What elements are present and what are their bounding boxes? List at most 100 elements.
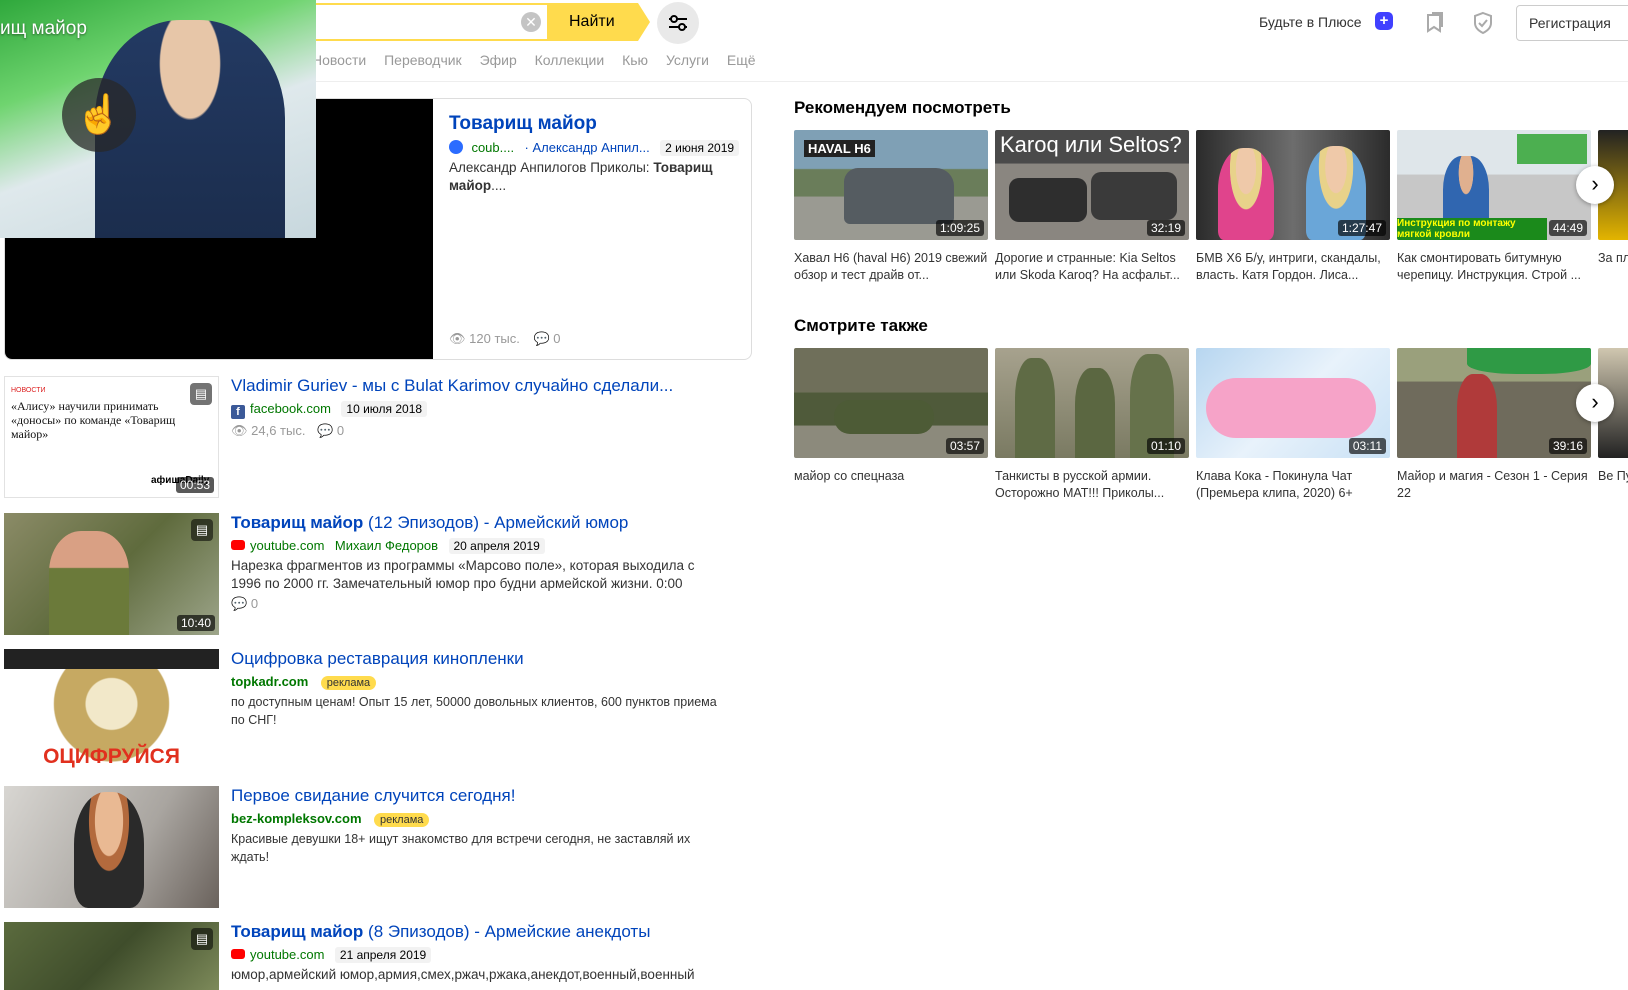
result-meta: bez-kompleksov.com реклама xyxy=(231,810,430,828)
result-thumbnail[interactable]: ▤ 10:40 xyxy=(4,513,219,635)
video-thumbnail[interactable]: 03:57 xyxy=(794,348,988,458)
video-caption[interactable]: Ве Пу xyxy=(1598,468,1628,502)
video-thumbnail[interactable]: 01:10 xyxy=(995,348,1189,458)
thumb-text: HAVAL H6 xyxy=(804,140,875,157)
result-title[interactable]: Vladimir Guriev - мы с Bulat Karimov слу… xyxy=(231,376,673,396)
video-thumbnail[interactable]: Инструкция по монтажу мягкой кровли 44:4… xyxy=(1397,130,1591,240)
umbrella-image xyxy=(1467,348,1591,374)
ad-list-item[interactable]: Первое свидание случится сегодня! bez-ko… xyxy=(4,786,734,911)
video-thumbnail[interactable]: HAVAL H6 1:09:25 xyxy=(794,130,988,240)
video-caption[interactable]: Клава Кока - Покинула Чат (Премьера клип… xyxy=(1196,468,1390,502)
list-item[interactable]: новости «Алису» научили принимать «донос… xyxy=(4,376,734,501)
ad-badge: реклама xyxy=(320,676,377,690)
video-caption[interactable]: Майор и магия - Сезон 1 - Серия 22 xyxy=(1397,468,1591,502)
main-result-title[interactable]: Товарищ майор xyxy=(449,113,597,135)
result-source[interactable]: topkadr.com xyxy=(231,674,308,689)
sliders-icon xyxy=(669,15,687,31)
video-thumbnail[interactable]: Karoq или Seltos? 32:19 xyxy=(995,130,1189,240)
video-card[interactable]: Karoq или Seltos? 32:19 Дорогие и странн… xyxy=(995,130,1189,284)
result-source[interactable]: youtube.com xyxy=(250,947,324,962)
tab-q[interactable]: Кью xyxy=(622,52,648,68)
result-thumbnail[interactable]: новости «Алису» научили принимать «донос… xyxy=(4,376,219,498)
result-author[interactable]: · Александр Анпил... xyxy=(525,140,650,155)
search-verticals-nav: Новости Переводчик Эфир Коллекции Кью Ус… xyxy=(312,52,770,68)
result-title[interactable]: Оцифровка реставрация кинопленки xyxy=(231,649,524,669)
ad-thumbnail[interactable] xyxy=(4,786,219,908)
ad-badge: реклама xyxy=(373,813,430,827)
result-stats: 👁 24,6 тыс. 💬 0 xyxy=(231,423,344,439)
eye-icon: 👁 xyxy=(231,423,248,438)
video-caption[interactable]: майор со спецназа xyxy=(794,468,988,502)
result-snippet: юмор,армейский юмор,армия,смех,ржач,ржак… xyxy=(231,967,695,982)
video-caption[interactable]: Хавал Н6 (haval H6) 2019 свежий обзор и … xyxy=(794,250,988,284)
thumb-text: Karoq или Seltos? xyxy=(1000,132,1182,157)
shield-icon[interactable] xyxy=(1472,11,1494,40)
document-icon: ▤ xyxy=(191,519,213,541)
video-caption[interactable]: Дорогие и странные: Kia Seltos или Skoda… xyxy=(995,250,1189,284)
plus-promo-link[interactable]: Будьте в Плюсе xyxy=(1259,14,1362,30)
comments-count: 0 xyxy=(553,331,561,346)
video-caption[interactable]: Как смонтировать битумную черепицу. Инст… xyxy=(1397,250,1591,284)
comments-count: 0 xyxy=(250,596,259,611)
result-title[interactable]: Товарищ майор (12 Эпизодов) - Армейский … xyxy=(231,513,628,533)
result-source[interactable]: youtube.com xyxy=(250,538,324,553)
hand-pointer-icon[interactable]: ☝ xyxy=(62,78,136,152)
floating-video-preview[interactable]: ищ майор ☝ xyxy=(0,0,316,238)
ad-list-item[interactable]: ОЦИФРУЙСЯ Оцифровка реставрация киноплен… xyxy=(4,649,734,774)
tab-translator[interactable]: Переводчик xyxy=(384,52,462,68)
views-count: 120 тыс. xyxy=(469,331,520,346)
tab-services[interactable]: Услуги xyxy=(666,52,709,68)
video-card[interactable]: 03:57 майор со спецназа xyxy=(794,348,988,502)
register-button[interactable]: Регистрация xyxy=(1516,5,1628,41)
tab-collections[interactable]: Коллекции xyxy=(535,52,605,68)
soldier-image xyxy=(1015,358,1055,458)
video-thumbnail[interactable]: 39:16 xyxy=(1397,348,1591,458)
video-card[interactable]: Ве Пу xyxy=(1598,348,1628,502)
result-source[interactable]: coub.... xyxy=(471,140,514,155)
list-item[interactable]: ▤ 10:40 Товарищ майор (12 Эпизодов) - Ар… xyxy=(4,513,734,638)
list-item[interactable]: ▤ Товарищ майор (8 Эпизодов) - Армейские… xyxy=(4,922,734,990)
video-thumbnail[interactable]: 1:27:47 xyxy=(1196,130,1390,240)
result-source[interactable]: facebook.com xyxy=(250,401,331,416)
carousel-next-button[interactable]: › xyxy=(1576,166,1614,204)
collections-icon[interactable] xyxy=(1424,12,1446,39)
result-snippet: по доступным ценам! Опыт 15 лет, 50000 д… xyxy=(231,695,717,727)
ad-thumbnail[interactable]: ОЦИФРУЙСЯ xyxy=(4,649,219,771)
clear-search-icon[interactable]: ✕ xyxy=(521,12,541,32)
result-source[interactable]: bez-kompleksov.com xyxy=(231,811,362,826)
car-image xyxy=(844,168,954,224)
video-card[interactable]: 03:11 Клава Кока - Покинула Чат (Премьер… xyxy=(1196,348,1390,502)
video-caption[interactable]: Танкисты в русской армии. Осторожно МАТ!… xyxy=(995,468,1189,502)
video-card[interactable]: 1:27:47 БМВ Х6 Б/у, интриги, скандалы, в… xyxy=(1196,130,1390,284)
logo-image xyxy=(1517,134,1587,164)
video-duration: 01:10 xyxy=(1146,438,1185,454)
result-thumbnail[interactable]: ▤ xyxy=(4,922,219,990)
result-author[interactable]: Михаил Федоров xyxy=(335,538,438,553)
video-caption[interactable]: БМВ Х6 Б/у, интриги, скандалы, власть. К… xyxy=(1196,250,1390,284)
video-caption[interactable]: За пла xyxy=(1598,250,1628,284)
search-input[interactable] xyxy=(300,3,547,41)
person-image xyxy=(1457,374,1497,458)
result-meta: youtube.com 21 апреля 2019 xyxy=(231,946,432,964)
thumb-text: Инструкция по монтажу мягкой кровли xyxy=(1397,218,1547,240)
search-button[interactable]: Найти xyxy=(547,3,650,41)
carousel-next-button[interactable]: › xyxy=(1576,384,1614,422)
result-title[interactable]: Товарищ майор (8 Эпизодов) - Армейские а… xyxy=(231,922,650,942)
video-card[interactable]: За пла xyxy=(1598,130,1628,284)
video-card[interactable]: Инструкция по монтажу мягкой кровли 44:4… xyxy=(1397,130,1591,284)
video-thumbnail[interactable]: 03:11 xyxy=(1196,348,1390,458)
car-image xyxy=(1091,172,1177,220)
video-card[interactable]: HAVAL H6 1:09:25 Хавал Н6 (haval H6) 201… xyxy=(794,130,988,284)
tab-more[interactable]: Ещё xyxy=(727,52,756,68)
soldier-image xyxy=(1075,368,1115,458)
video-card[interactable]: 39:16 Майор и магия - Сезон 1 - Серия 22 xyxy=(1397,348,1591,502)
filter-settings-button[interactable] xyxy=(657,2,699,44)
pip-title: ищ майор xyxy=(0,18,87,39)
video-duration: 39:16 xyxy=(1548,438,1587,454)
video-card[interactable]: 01:10 Танкисты в русской армии. Осторожн… xyxy=(995,348,1189,502)
tab-news[interactable]: Новости xyxy=(312,52,366,68)
plus-icon[interactable]: + xyxy=(1375,12,1393,30)
video-duration: 03:57 xyxy=(945,438,984,454)
result-title[interactable]: Первое свидание случится сегодня! xyxy=(231,786,515,806)
tab-efir[interactable]: Эфир xyxy=(480,52,517,68)
